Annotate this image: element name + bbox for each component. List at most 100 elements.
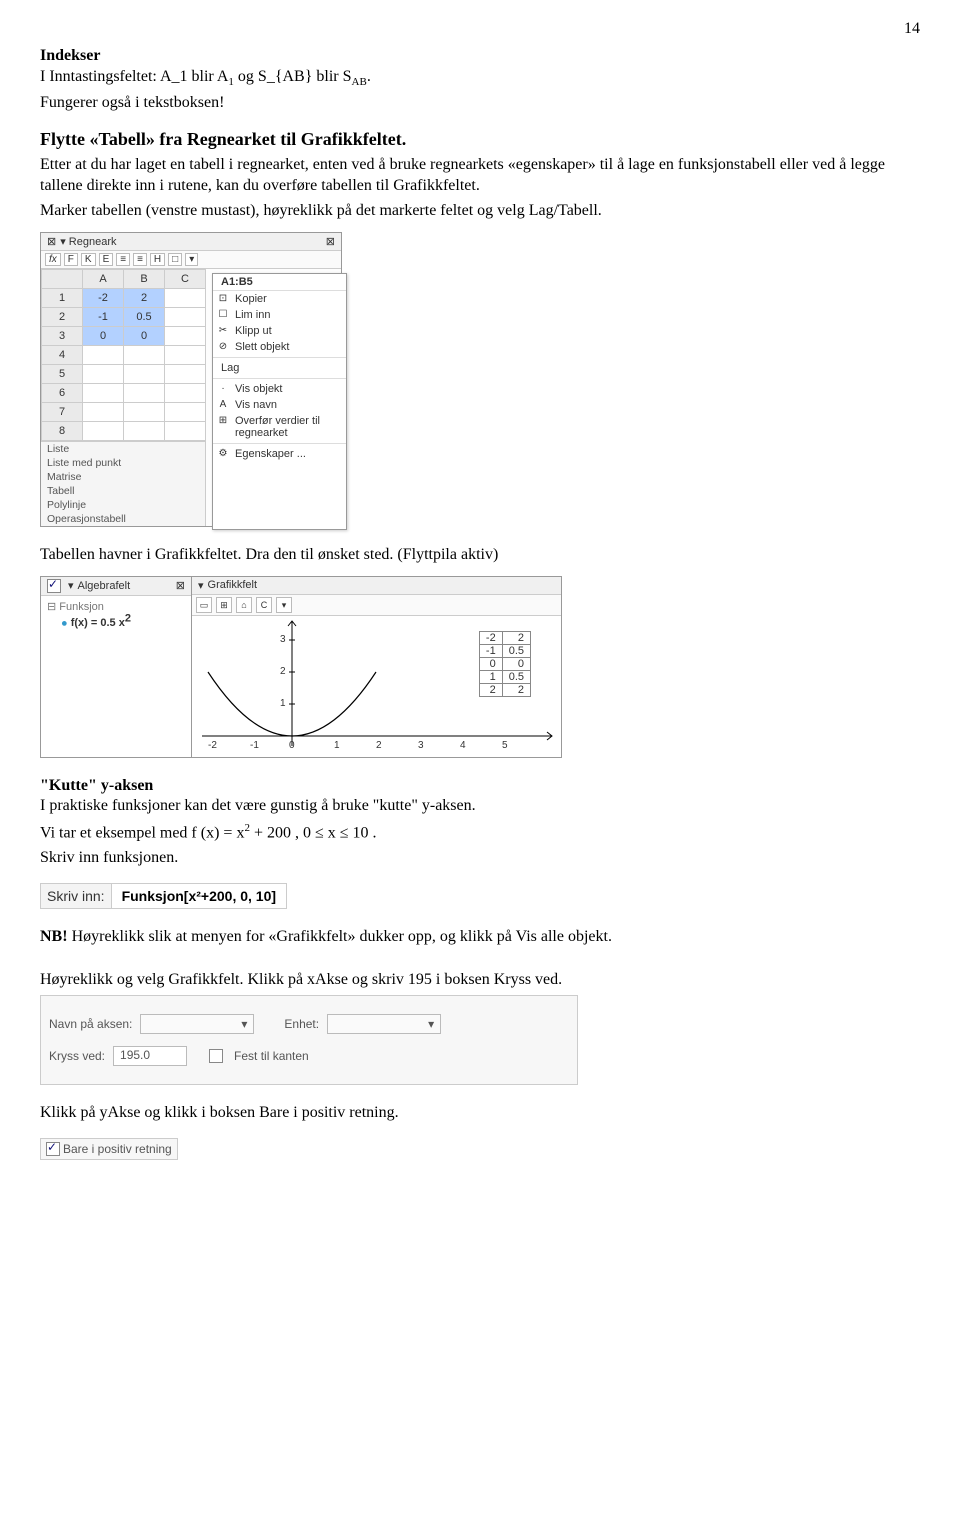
svg-text:-2: -2 <box>208 740 217 751</box>
spreadsheet-grid[interactable]: ABC 1-22 2-10.5 300 4 5 6 7 8 <box>41 269 206 441</box>
row-header[interactable]: 2 <box>42 307 83 326</box>
ctx-paste[interactable]: ☐Lim inn <box>213 307 346 323</box>
row-header[interactable]: 6 <box>42 383 83 402</box>
ot-cell: 0 <box>502 657 530 670</box>
cell[interactable] <box>165 345 206 364</box>
ctx-egenskaper[interactable]: ⚙Egenskaper ... <box>213 446 346 462</box>
ctx-vis-objekt[interactable]: ·Vis objekt <box>213 381 346 397</box>
cell[interactable] <box>165 364 206 383</box>
fx-label: fx <box>45 253 61 266</box>
paste-icon: ☐ <box>217 309 229 320</box>
tb-icon[interactable]: ⌂ <box>236 597 252 613</box>
gear-icon: ⚙ <box>217 448 229 459</box>
indekser-post: . <box>367 68 371 85</box>
cell[interactable]: -2 <box>83 288 124 307</box>
ctx-delete[interactable]: ⊘Slett objekt <box>213 339 346 355</box>
svg-text:0: 0 <box>289 740 295 751</box>
posretn-checkbox[interactable] <box>46 1142 60 1156</box>
ctx-vis-navn[interactable]: AVis navn <box>213 397 346 413</box>
leftmenu-item[interactable]: Polylinje <box>41 498 205 512</box>
tb-btn[interactable]: K <box>81 253 96 266</box>
dropdown-icon[interactable]: ▾ <box>276 597 292 613</box>
positive-direction-option[interactable]: Bare i positiv retning <box>40 1138 178 1160</box>
fest-label: Fest til kanten <box>234 1049 309 1063</box>
cell[interactable] <box>83 383 124 402</box>
row-header[interactable]: 3 <box>42 326 83 345</box>
indekser-sub2: AB <box>352 76 367 88</box>
row-header[interactable]: 1 <box>42 288 83 307</box>
tb-btn[interactable]: ≡ <box>133 253 147 266</box>
graph-toolbar: ▭ ⊞ ⌂ C ▾ <box>192 595 561 616</box>
row-header[interactable]: 8 <box>42 421 83 440</box>
navn-dropdown[interactable]: ▾ <box>140 1014 254 1034</box>
tb-icon[interactable]: ⊞ <box>216 597 232 613</box>
cell[interactable]: 0 <box>124 326 165 345</box>
close-icon-2[interactable]: ⊠ <box>326 235 335 248</box>
cell[interactable] <box>165 421 206 440</box>
enhet-label: Enhet: <box>284 1017 319 1031</box>
cell[interactable] <box>124 345 165 364</box>
cell[interactable] <box>165 288 206 307</box>
enhet-dropdown[interactable]: ▾ <box>327 1014 441 1034</box>
row-header[interactable]: 7 <box>42 402 83 421</box>
tb-btn[interactable]: ≡ <box>116 253 130 266</box>
cell[interactable] <box>165 383 206 402</box>
cell[interactable] <box>165 326 206 345</box>
cell[interactable] <box>124 383 165 402</box>
cut-icon: ✂ <box>217 325 229 336</box>
ot-cell: -1 <box>479 644 502 657</box>
cell[interactable]: -1 <box>83 307 124 326</box>
col-header-a[interactable]: A <box>83 269 124 288</box>
leftmenu-item[interactable]: Liste med punkt <box>41 456 205 470</box>
cell[interactable] <box>124 402 165 421</box>
cell[interactable] <box>165 307 206 326</box>
ctx-overfor[interactable]: ⊞Overfør verdier til regnearket <box>213 413 346 441</box>
ctx-cut[interactable]: ✂Klipp ut <box>213 323 346 339</box>
cell[interactable] <box>124 364 165 383</box>
cell[interactable]: 2 <box>124 288 165 307</box>
dropdown-icon[interactable]: ▾ <box>185 253 198 266</box>
ctx-copy[interactable]: ⊡Kopier <box>213 291 346 307</box>
algebra-category: Funksjon <box>59 601 104 613</box>
cell[interactable] <box>83 402 124 421</box>
kryss-label: Kryss ved: <box>49 1049 105 1063</box>
cell[interactable] <box>83 421 124 440</box>
col-header-b[interactable]: B <box>124 269 165 288</box>
kryss-input[interactable]: 195.0 <box>113 1046 187 1066</box>
row-header[interactable]: 4 <box>42 345 83 364</box>
cell[interactable] <box>83 364 124 383</box>
kutte-p2-pre: Vi tar et eksempel med f (x) = x <box>40 825 244 842</box>
indekser-heading: Indekser <box>40 46 920 67</box>
leftmenu-item[interactable]: Liste <box>41 442 205 456</box>
leftmenu-item[interactable]: Tabell <box>41 484 205 498</box>
grid-icon: ⊞ <box>217 415 229 426</box>
col-header-c[interactable]: C <box>165 269 206 288</box>
close-icon[interactable]: ⊠ <box>47 235 56 248</box>
svg-text:1: 1 <box>334 740 340 751</box>
grafikkfelt-panel: ▾ Algebrafelt ⊠ ⊟ Funksjon ● f(x) = 0.5 … <box>40 576 562 758</box>
leftmenu-item[interactable]: Operasjonstabell <box>41 512 205 526</box>
tb-btn[interactable]: □ <box>168 253 182 266</box>
input-bar[interactable]: Skriv inn:Funksjon[x²+200, 0, 10] <box>40 883 287 909</box>
ctx-lag[interactable]: Lag <box>213 360 346 376</box>
leftmenu-item[interactable]: Matrise <box>41 470 205 484</box>
checkbox-icon[interactable] <box>47 579 61 593</box>
skrivinn-value[interactable]: Funksjon[x²+200, 0, 10] <box>111 884 286 908</box>
tb-btn[interactable]: H <box>150 253 165 266</box>
cell[interactable] <box>83 345 124 364</box>
tb-btn[interactable]: F <box>64 253 78 266</box>
cell[interactable]: 0.5 <box>124 307 165 326</box>
overlay-table[interactable]: -22 -10.5 00 10.5 22 <box>479 631 531 697</box>
kutte-heading: "Kutte" y-aksen <box>40 776 920 797</box>
cell[interactable] <box>124 421 165 440</box>
tb-icon[interactable]: ▭ <box>196 597 212 613</box>
fest-checkbox[interactable] <box>209 1049 223 1063</box>
tb-btn[interactable]: E <box>99 253 114 266</box>
row-header[interactable]: 5 <box>42 364 83 383</box>
close-icon[interactable]: ⊠ <box>176 579 185 592</box>
copy-icon: ⊡ <box>217 293 229 304</box>
cell[interactable] <box>165 402 206 421</box>
cell[interactable]: 0 <box>83 326 124 345</box>
page-number: 14 <box>40 20 920 38</box>
tb-icon[interactable]: C <box>256 597 272 613</box>
